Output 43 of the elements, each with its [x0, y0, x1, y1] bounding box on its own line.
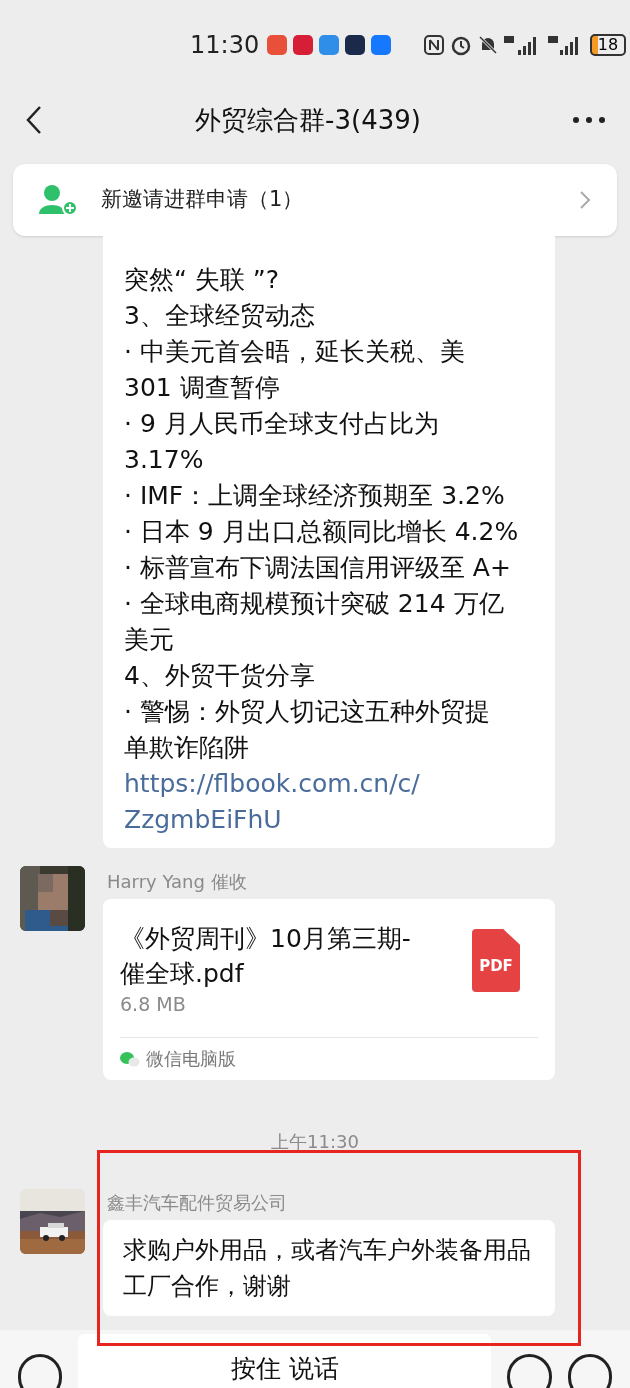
file-size: 6.8 MB: [120, 992, 186, 1017]
message-text: · 标普宣布下调法国信用评级至 A+: [124, 552, 511, 584]
wechat-icon: [120, 1051, 140, 1067]
hold-to-talk-button[interactable]: 按住 说话: [78, 1334, 492, 1388]
sender-name: 鑫丰汽车配件贸易公司: [107, 1191, 287, 1215]
chevron-right-icon: [579, 190, 591, 210]
back-icon[interactable]: [24, 105, 44, 135]
file-name: 《外贸周刊》10月第三期-催全球.pdf: [120, 923, 412, 990]
message-text: · 日本 9 月出口总额同比增长 4.2%: [124, 516, 519, 548]
pdf-file-icon: PDF: [472, 929, 520, 992]
clock: 11:30: [190, 30, 260, 61]
message-text: 301 调查暂停: [124, 372, 280, 404]
nfc-icon: [424, 35, 444, 55]
message-text: · 9 月人民币全球支付占比为: [124, 408, 439, 440]
link[interactable]: ZzgmbEiFhU: [124, 802, 282, 838]
alarm-icon: [450, 34, 472, 56]
app-icon: [293, 35, 314, 55]
timestamp: 上午11:30: [271, 1130, 359, 1154]
message-text: 美元: [124, 624, 174, 656]
source-label: 微信电脑版: [146, 1047, 236, 1071]
message-text: 3.17%: [124, 444, 204, 476]
file-card[interactable]: 《外贸周刊》10月第三期-催全球.pdf 6.8 MB PDF 微信电脑版: [103, 899, 555, 1080]
message-text: 突然“ 失联 ”?: [124, 264, 280, 296]
message-text: 单欺诈陷阱: [124, 732, 249, 764]
message-text: · 警惕：外贸人切记这五种外贸提: [124, 696, 490, 728]
chat-title: 外贸综合群-3(439): [194, 103, 422, 137]
message-text: · IMF：上调全球经济预期至 3.2%: [124, 480, 505, 512]
app-icon: [345, 35, 366, 55]
sender-name: Harry Yang 催收: [107, 870, 247, 894]
bell-off-icon: [478, 35, 498, 55]
message-bubble: 求购户外用品，或者汽车户外装备用品工厂合作，谢谢: [103, 1220, 555, 1316]
app-icon: [371, 35, 392, 55]
link[interactable]: https://flbook.com.cn/c/: [124, 766, 420, 802]
more-icon[interactable]: [572, 116, 606, 124]
add-user-icon: [39, 184, 79, 216]
join-request-banner[interactable]: 新邀请进群申请（1）: [13, 164, 617, 236]
message-text: 4、外贸干货分享: [124, 660, 315, 692]
banner-text: 新邀请进群申请（1）: [101, 186, 305, 214]
app-icon: [267, 35, 288, 55]
message-text: · 中美元首会晤，延长关税、美: [124, 336, 465, 368]
battery-indicator: 18: [590, 34, 626, 56]
message-text: 3、全球经贸动态: [124, 300, 315, 332]
message-text: · 全球电商规模预计突破 214 万亿: [124, 588, 504, 620]
